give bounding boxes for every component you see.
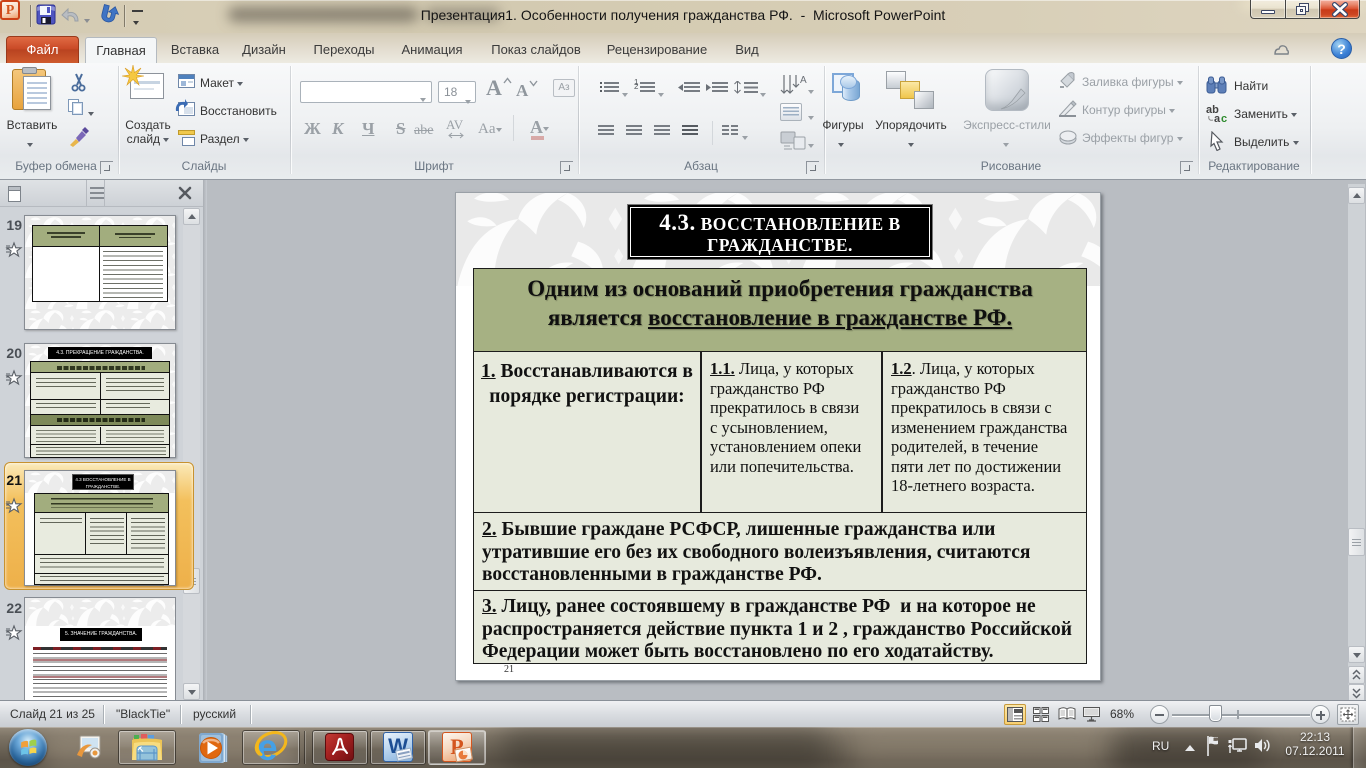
svg-text:e: e — [257, 729, 278, 766]
svg-text:A: A — [800, 75, 807, 86]
svg-text:a: a — [1214, 113, 1221, 123]
svg-text:c: c — [1221, 113, 1227, 123]
